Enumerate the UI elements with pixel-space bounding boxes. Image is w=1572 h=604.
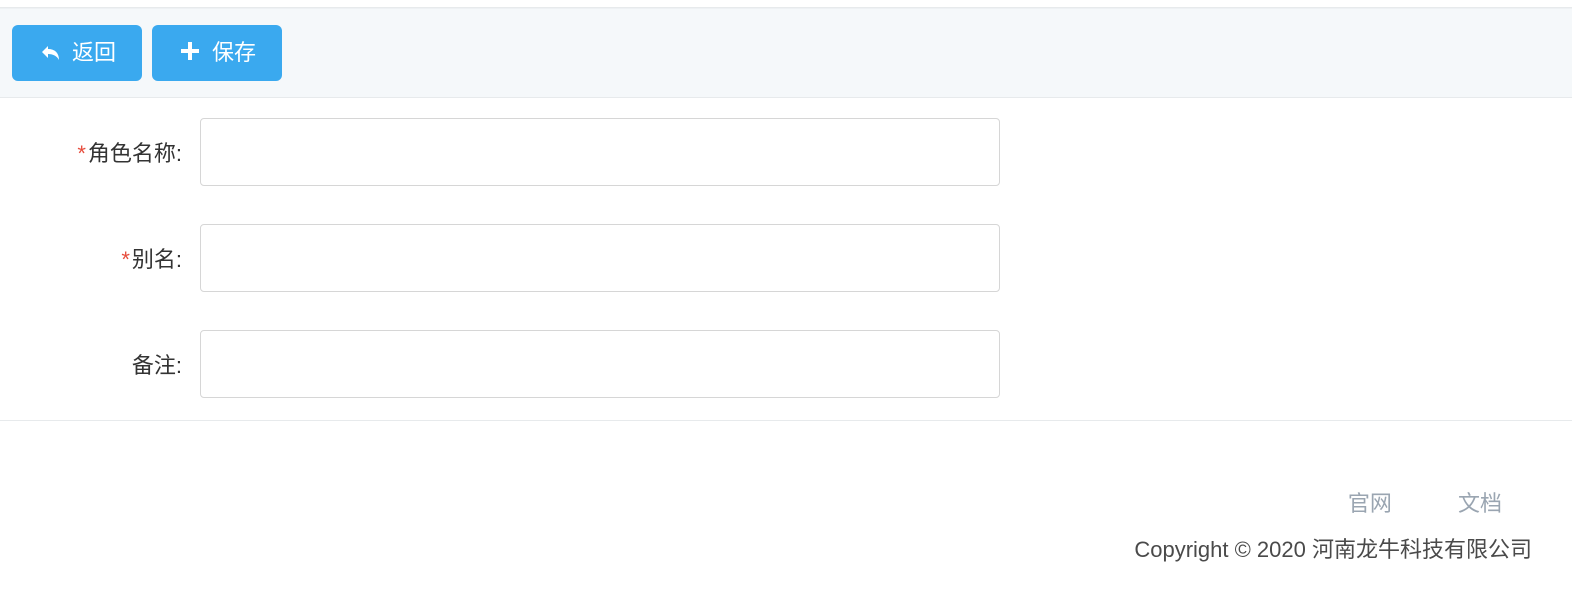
remark-label: 备注: (0, 348, 200, 380)
toolbar: 返回 保存 (0, 8, 1572, 98)
required-mark: * (121, 247, 130, 272)
back-button-label: 返回 (72, 42, 116, 64)
reply-arrow-icon (38, 39, 62, 67)
alias-label: *别名: (0, 242, 200, 274)
role-name-label-text: 角色名称: (88, 141, 182, 166)
required-mark: * (77, 141, 86, 166)
form-row-role-name: *角色名称: (0, 118, 1572, 186)
remark-input[interactable] (200, 330, 1000, 398)
alias-input[interactable] (200, 224, 1000, 292)
role-name-label: *角色名称: (0, 136, 200, 168)
form-row-alias: *别名: (0, 224, 1572, 292)
footer: 官网 文档 Copyright © 2020 河南龙牛科技有限公司 (0, 456, 1572, 604)
plus-icon (178, 39, 202, 67)
form-divider (0, 420, 1572, 421)
footer-copyright: Copyright © 2020 河南龙牛科技有限公司 (0, 532, 1532, 564)
remark-label-text: 备注: (132, 353, 182, 378)
footer-link-docs[interactable]: 文档 (1458, 491, 1502, 516)
save-button[interactable]: 保存 (152, 25, 282, 81)
footer-links: 官网 文档 (0, 486, 1532, 518)
back-button[interactable]: 返回 (12, 25, 142, 81)
footer-link-website[interactable]: 官网 (1348, 491, 1392, 516)
form-area: *角色名称: *别名: 备注: (0, 98, 1572, 402)
save-button-label: 保存 (212, 42, 256, 64)
alias-label-text: 别名: (132, 247, 182, 272)
form-row-remark: 备注: (0, 330, 1572, 398)
top-divider (0, 0, 1572, 8)
role-name-input[interactable] (200, 118, 1000, 186)
